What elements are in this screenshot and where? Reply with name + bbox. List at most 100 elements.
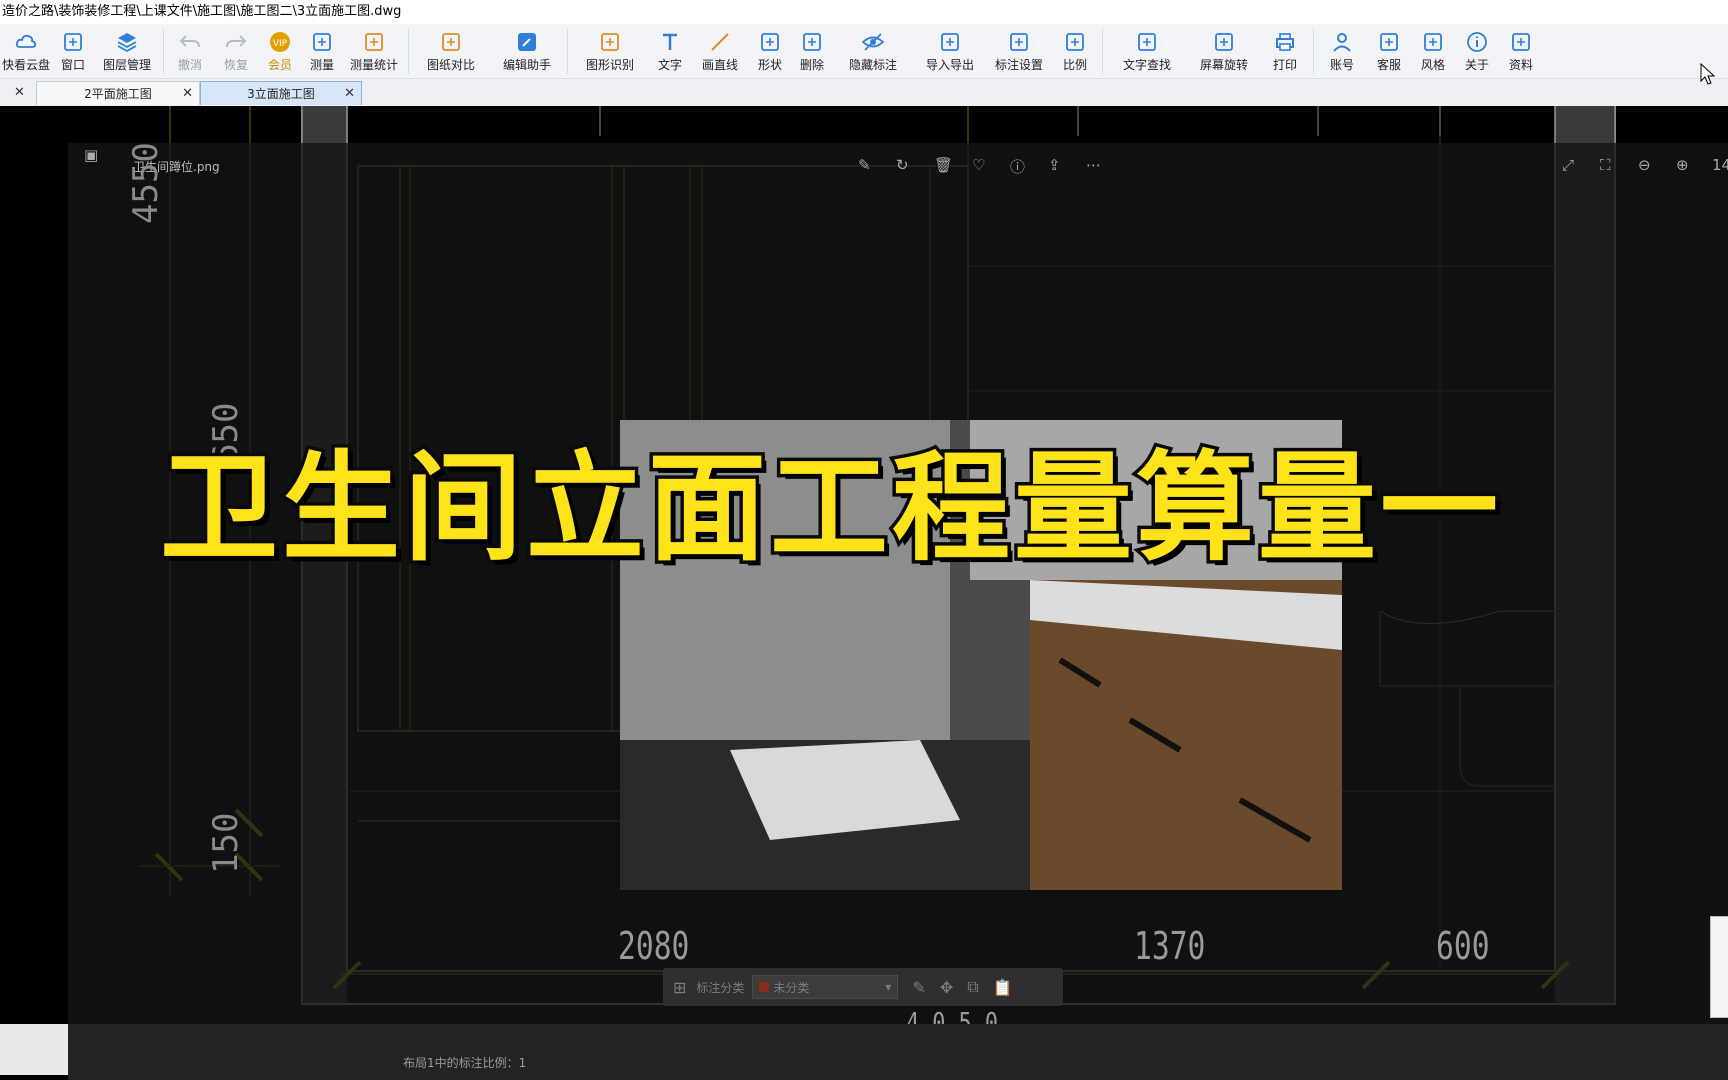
toolbar-button-screen-rotate[interactable]: 屏幕旋转 (1188, 24, 1260, 78)
toolbar-button-label: 导入导出 (925, 58, 974, 72)
drawing-canvas[interactable]: ▣ 卫生间蹲位.png ✎ ↻ 🗑 ♡ ⓘ ⇪ ⋯ ⤢ ⛶ ⊖ ⊕ 14 208… (0, 106, 1728, 1024)
tab-plan-drawing[interactable]: 2平面施工图 ✕ (36, 81, 200, 105)
mouse-cursor-icon (1700, 63, 1716, 85)
edit-annotation-icon[interactable]: ✎ (912, 978, 925, 997)
toolbar-button-shape[interactable]: 形状 (749, 24, 791, 78)
toolbar-button-measure-stats[interactable]: 测量统计 (343, 24, 405, 78)
dimension-bottom: 2080 (618, 924, 690, 968)
toolbar-button-import-export[interactable]: 导入导出 (913, 24, 987, 78)
toolbar-button-line[interactable]: 画直线 (691, 24, 749, 78)
toolbar-button-style[interactable]: 风格 (1411, 24, 1455, 78)
toolbar-button-cloud[interactable]: 快看云盘 (0, 24, 52, 78)
toolbar-separator (408, 28, 409, 74)
toolbar-button-shape-recognize[interactable]: 图形识别 (571, 24, 649, 78)
toolbar-button-eye-hide[interactable]: 隐藏标注 (833, 24, 913, 78)
tab-label: 3立面施工图 (247, 87, 315, 101)
side-qr-tab[interactable] (1710, 916, 1728, 1018)
toolbar-button-edit-assistant[interactable]: 编辑助手 (490, 24, 564, 78)
toolbar-button-print[interactable]: 打印 (1260, 24, 1310, 78)
toolbar-separator (1102, 28, 1103, 74)
fullscreen-icon[interactable]: ⤢ (1562, 156, 1574, 174)
dimension-partial: 4 0 5 0 (906, 1006, 999, 1024)
toolbar-button-window[interactable]: 窗口 (52, 24, 94, 78)
category-swatch (759, 982, 770, 992)
toolbar-button-info[interactable]: 关于 (1455, 24, 1499, 78)
zoom-out-icon[interactable]: ⊖ (1638, 156, 1651, 174)
share-icon[interactable]: ⇪ (1048, 156, 1061, 174)
more-icon[interactable]: ⋯ (1086, 156, 1101, 174)
import-export-icon (941, 33, 959, 51)
toolbar-button-label: 隐藏标注 (848, 58, 897, 72)
toolbar-button-label: 资料 (1508, 58, 1533, 72)
toolbar-button-label: 画直线 (701, 58, 738, 72)
headset-icon (1380, 33, 1398, 51)
toolbar-button-annotation-settings[interactable]: 标注设置 (987, 24, 1051, 78)
toolbar-button-redo[interactable]: 恢复 (213, 24, 259, 78)
shape-icon (761, 33, 779, 51)
toolbar-button-label: 测量统计 (349, 58, 398, 72)
paste-icon[interactable]: 📋 (993, 978, 1013, 997)
toolbar-button-label: 图纸对比 (426, 58, 475, 72)
toolbar-button-label: 图层管理 (102, 58, 151, 72)
document-tab-strip: ✕ 2平面施工图 ✕ 3立面施工图 ✕ (0, 79, 1728, 107)
status-panel (68, 1024, 1728, 1080)
toolbar-button-text-search[interactable]: 文字查找 (1106, 24, 1188, 78)
dimension-left: 4550 (126, 142, 166, 224)
close-tab-icon[interactable]: ✕ (344, 82, 355, 106)
toolbar-button-vip[interactable]: VIP 会员 (259, 24, 301, 78)
rotate-icon[interactable]: ↻ (896, 156, 909, 174)
print-icon (1276, 33, 1294, 51)
toolbar-button-compare[interactable]: 图纸对比 (412, 24, 490, 78)
toolbar-button-text[interactable]: 文字 (649, 24, 691, 78)
toolbar-button-docs[interactable]: 资料 (1499, 24, 1543, 78)
toolbar-button-label: 图形识别 (585, 58, 634, 72)
toolbar-separator (163, 28, 164, 74)
move-icon[interactable]: ✥ (940, 978, 953, 997)
toolbar-button-label: 比例 (1062, 58, 1087, 72)
toolbar-button-label: 窗口 (60, 58, 85, 72)
window-title-bar: 造价之路\装饰装修工程\上课文件\施工图\施工图二\3立面施工图.dwg (0, 0, 1728, 24)
toolbar-button-ruler[interactable]: 测量 (301, 24, 343, 78)
toolbar-button-label: 测量 (309, 58, 334, 72)
toolbar-button-label: 打印 (1272, 58, 1297, 72)
window-icon (64, 33, 82, 51)
toolbar-button-label: 关于 (1464, 58, 1489, 72)
copy-icon[interactable]: ⧉ (967, 977, 978, 997)
model-layout-tab[interactable] (0, 1024, 68, 1075)
zoom-in-icon[interactable]: ⊕ (1676, 156, 1689, 174)
info-icon[interactable]: ⓘ (1010, 156, 1025, 177)
toolbar-separator (567, 28, 568, 74)
account-icon (1333, 33, 1351, 52)
toolbar-button-label: 恢复 (223, 58, 248, 72)
toolbar-button-account[interactable]: 账号 (1317, 24, 1367, 78)
fit-window-icon[interactable]: ⛶ (1600, 156, 1611, 174)
tab-elevation-drawing[interactable]: 3立面施工图 ✕ (200, 81, 362, 105)
edit-assistant-icon (518, 33, 536, 51)
toolbar-button-headset[interactable]: 客服 (1367, 24, 1411, 78)
toolbar-button-label: 文字查找 (1122, 58, 1171, 72)
toolbar-button-label: 标注设置 (994, 58, 1043, 72)
image-icon: ▣ (84, 146, 99, 164)
toolbar-button-scale[interactable]: 比例 (1051, 24, 1099, 78)
eraser-icon (803, 33, 821, 51)
close-tab-icon[interactable]: ✕ (182, 82, 193, 106)
edit-image-icon[interactable]: ✎ (858, 156, 871, 174)
text-search-icon (1138, 33, 1156, 51)
cloud-icon (15, 34, 37, 48)
toolbar-button-layers[interactable]: 图层管理 (94, 24, 160, 78)
favorite-icon[interactable]: ♡ (972, 156, 985, 174)
grid-icon[interactable]: ⊞ (673, 978, 686, 997)
toolbar-button-undo[interactable]: 撤消 (167, 24, 213, 78)
category-select[interactable]: 未分类 ▾ (752, 975, 899, 999)
layers-icon (117, 33, 137, 53)
close-all-tabs-icon[interactable]: ✕ (14, 82, 25, 104)
undo-icon (179, 35, 200, 48)
delete-icon[interactable]: 🗑 (934, 156, 953, 174)
toolbar-button-eraser[interactable]: 删除 (791, 24, 833, 78)
toolbar-button-label: 形状 (757, 58, 782, 72)
status-bar: 布局1中的标注比例：1 (0, 1024, 1728, 1080)
dimension-left: 150 (206, 812, 246, 874)
category-value: 未分类 (773, 980, 810, 995)
tab-label: 2平面施工图 (84, 87, 152, 101)
dimension-bottom: 600 (1436, 924, 1490, 968)
